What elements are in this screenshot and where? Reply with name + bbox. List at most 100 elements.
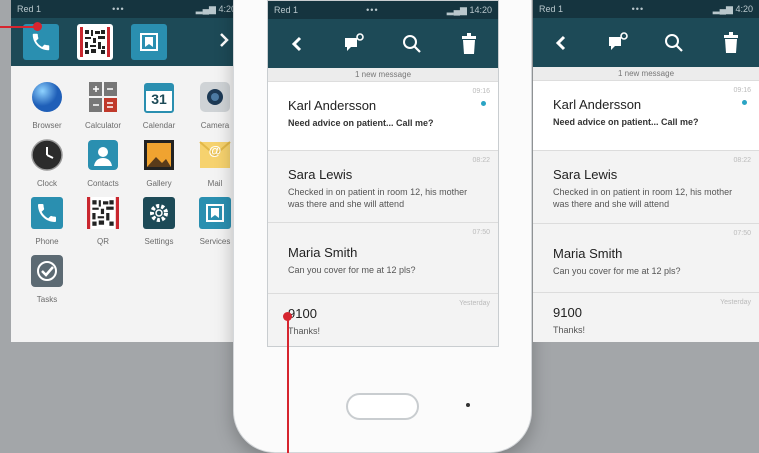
phone-screen: Red 1 ••• ▂▄▆ 14:20 1 new message 09:16 K…	[267, 0, 499, 347]
app-label: Calculator	[84, 121, 121, 130]
favorites-dock	[11, 18, 242, 66]
signal-icon: ▂▄▆	[712, 3, 736, 14]
message-row[interactable]: 08:22 Sara Lewis Checked in on patient in …	[533, 151, 759, 224]
message-row[interactable]: 09:16 Karl Andersson Need advice on patien…	[268, 82, 498, 151]
callout-line	[287, 316, 289, 453]
new-message-banner: 1 new message	[533, 67, 759, 81]
message-sender: Maria Smith	[553, 246, 623, 261]
message-toolbar	[533, 18, 759, 67]
app-browser[interactable]: Browser	[21, 80, 73, 130]
signal-icon: ▂▄▆	[195, 3, 219, 14]
tasks-icon	[30, 254, 64, 288]
signal-icon: ▂▄▆	[446, 4, 470, 15]
app-qr[interactable]: QR	[77, 196, 129, 246]
message-row[interactable]: 09:16 Karl Andersson Need advice on patien…	[533, 81, 759, 151]
message-preview: Checked in on patient in room 12, his mo…	[288, 187, 468, 209]
message-sender: Karl Andersson	[288, 98, 377, 113]
message-preview: Thanks!	[288, 326, 321, 336]
dock-services-button[interactable]	[131, 24, 167, 60]
home-screen-panel: Red 1 ••• ▂▄▆ 4:20 Browser Calculator 31 Ca…	[11, 0, 242, 342]
calendar-icon: 31	[142, 80, 176, 114]
message-row[interactable]: 07:50 Maria Smith Can you cover for me at …	[533, 224, 759, 293]
carrier-label: Red 1	[274, 5, 299, 15]
back-button[interactable]	[543, 25, 579, 61]
sensor-dot	[466, 403, 470, 407]
status-dots: •••	[631, 4, 645, 14]
message-preview: Can you cover for me at 12 pls?	[288, 265, 416, 275]
search-button[interactable]	[656, 25, 692, 61]
message-list: 09:16 Karl Andersson Need advice on patien…	[533, 81, 759, 342]
message-row[interactable]: 08:22 Sara Lewis Checked in on patient in …	[268, 151, 498, 223]
app-phone[interactable]: Phone	[21, 196, 73, 246]
home-button[interactable]	[346, 393, 419, 420]
camera-icon	[198, 80, 232, 114]
app-icon-text: @	[208, 143, 222, 158]
message-row[interactable]: 07:50 Maria Smith Can you cover for me at …	[268, 223, 498, 294]
app-clock[interactable]: Clock	[21, 138, 73, 188]
message-preview: Can you cover for me at 12 pls?	[553, 266, 681, 276]
app-label: Gallery	[146, 179, 172, 188]
app-contacts[interactable]: Contacts	[77, 138, 129, 188]
services-icon	[198, 196, 232, 230]
app-label: Calendar	[142, 121, 176, 130]
search-button[interactable]	[394, 26, 430, 62]
app-label: Mail	[207, 179, 223, 188]
new-message-button[interactable]	[336, 26, 372, 62]
contacts-icon	[86, 138, 120, 172]
status-time: ▂▄▆ 4:20	[713, 4, 753, 15]
message-sender: Sara Lewis	[288, 167, 353, 182]
status-time: ▂▄▆ 14:20	[447, 5, 492, 16]
message-toolbar	[268, 19, 498, 68]
app-icon-text: 31	[151, 91, 167, 107]
message-sender: Sara Lewis	[553, 167, 618, 182]
browser-icon	[30, 80, 64, 114]
compose-icon	[345, 32, 365, 51]
message-time: Yesterday	[720, 299, 751, 306]
messages-panel-right: Red 1 ••• ▂▄▆ 4:20 1 new message 09:16 Ka…	[533, 0, 759, 342]
back-button[interactable]	[279, 26, 315, 62]
next-page-button[interactable]	[218, 32, 230, 52]
phone-icon	[32, 33, 50, 51]
message-row[interactable]: Yesterday 9100 Thanks!	[268, 294, 498, 346]
app-tasks[interactable]: Tasks	[21, 254, 73, 304]
message-time: 09:16	[472, 88, 490, 95]
app-label: Clock	[36, 179, 57, 188]
phone-icon	[30, 196, 64, 230]
message-time: Yesterday	[459, 300, 490, 307]
carrier-label: Red 1	[539, 4, 564, 14]
delete-button[interactable]	[451, 26, 487, 62]
app-label: Settings	[144, 237, 174, 246]
dock-phone-button[interactable]	[23, 24, 59, 60]
message-sender: 9100	[288, 306, 317, 321]
app-gallery[interactable]: Gallery	[133, 138, 185, 188]
message-row[interactable]: Yesterday 9100 Thanks!	[533, 293, 759, 342]
calculator-icon	[86, 80, 120, 114]
callout-dot	[33, 22, 42, 31]
message-sender: 9100	[553, 305, 582, 320]
compose-icon	[608, 31, 628, 50]
app-calculator[interactable]: Calculator	[77, 80, 129, 130]
message-sender: Maria Smith	[288, 245, 358, 260]
dock-qr-button[interactable]	[77, 24, 113, 60]
mail-icon: @	[198, 138, 232, 172]
new-message-button[interactable]	[600, 25, 636, 61]
message-preview: Thanks!	[553, 325, 586, 335]
qr-icon	[80, 27, 110, 57]
app-label: Phone	[35, 237, 59, 246]
message-preview: Need advice on patient... Call me?	[553, 117, 699, 127]
status-dots: •••	[366, 5, 379, 15]
delete-button[interactable]	[713, 25, 749, 61]
chevron-left-icon	[291, 36, 301, 51]
message-list: 09:16 Karl Andersson Need advice on patien…	[268, 82, 498, 346]
carrier-label: Red 1	[17, 4, 42, 14]
status-bar: Red 1 ••• ▂▄▆ 4:20	[11, 0, 242, 18]
app-calendar[interactable]: 31 Calendar	[133, 80, 185, 130]
trash-icon	[462, 32, 477, 54]
status-time: ▂▄▆ 4:20	[196, 4, 236, 15]
status-bar: Red 1 ••• ▂▄▆ 14:20	[268, 1, 498, 19]
settings-icon	[142, 196, 176, 230]
new-message-banner: 1 new message	[268, 68, 498, 82]
message-time: 08:22	[733, 157, 751, 164]
app-settings[interactable]: Settings	[133, 196, 185, 246]
status-dots: •••	[112, 4, 125, 14]
